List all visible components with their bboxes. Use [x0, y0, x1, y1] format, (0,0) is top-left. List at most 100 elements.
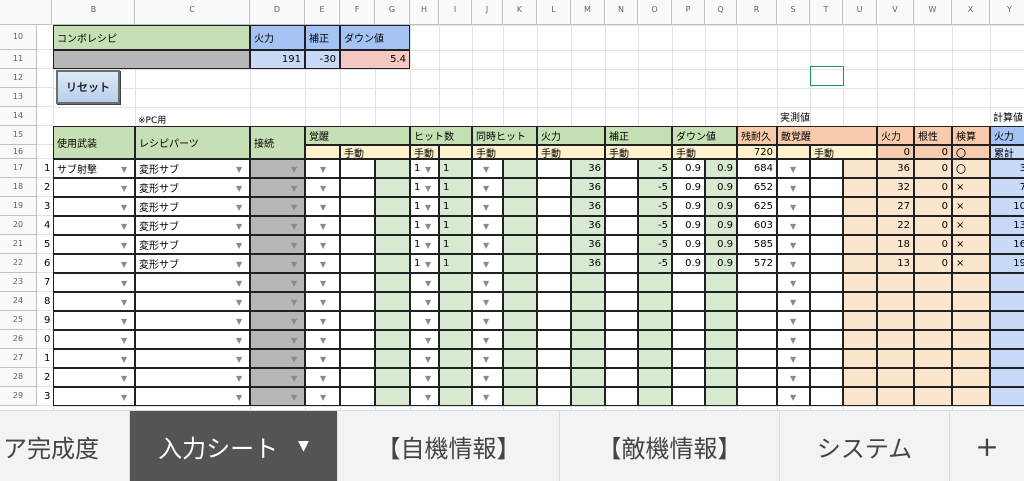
dropdown-arrow-icon[interactable]: ▼ [483, 185, 489, 193]
dropdown-arrow-icon[interactable]: ▼ [121, 394, 127, 402]
cell[interactable] [605, 216, 638, 235]
dropdown-arrow-icon[interactable]: ▼ [483, 204, 489, 212]
dropdown-arrow-icon[interactable]: ▼ [121, 280, 127, 288]
cell[interactable] [537, 197, 571, 216]
cell[interactable] [810, 178, 843, 197]
select-all-corner[interactable] [0, 0, 52, 25]
dropdown-arrow-icon[interactable]: ▼ [425, 356, 431, 364]
row-header[interactable]: 13 [0, 88, 37, 107]
awaken-select[interactable] [305, 145, 340, 159]
column-header[interactable]: X [952, 0, 990, 25]
dropdown-arrow-icon[interactable]: ▼ [425, 299, 431, 307]
cell[interactable] [843, 178, 877, 197]
cell[interactable] [605, 235, 638, 254]
dropdown-arrow-icon[interactable]: ▼ [291, 242, 297, 250]
recipe-part-select[interactable]: 変形サブ [135, 216, 250, 235]
cell[interactable] [340, 197, 375, 216]
cell[interactable] [843, 349, 877, 368]
dropdown-arrow-icon[interactable]: ▼ [291, 375, 297, 383]
column-header[interactable]: D [250, 0, 305, 25]
dropdown-arrow-icon[interactable]: ▼ [320, 185, 326, 193]
row-header[interactable]: 23 [0, 273, 37, 292]
reset-button[interactable]: リセット [56, 70, 120, 104]
cell[interactable] [375, 292, 410, 311]
cell[interactable] [810, 197, 843, 216]
dropdown-arrow-icon[interactable]: ▼ [236, 394, 242, 402]
column-header[interactable]: K [503, 0, 537, 25]
cell[interactable] [537, 273, 571, 292]
dropdown-arrow-icon[interactable]: ▼ [320, 356, 326, 364]
cell[interactable] [375, 235, 410, 254]
dropdown-arrow-icon[interactable]: ▼ [425, 185, 431, 193]
recipe-part-select[interactable] [135, 387, 250, 406]
column-header[interactable]: O [638, 0, 672, 25]
cell[interactable] [810, 311, 843, 330]
recipe-part-select[interactable] [135, 311, 250, 330]
row-header[interactable]: 18 [0, 178, 37, 197]
cell[interactable] [843, 292, 877, 311]
cell[interactable] [810, 349, 843, 368]
cell[interactable] [605, 178, 638, 197]
cell[interactable] [503, 273, 537, 292]
dropdown-arrow-icon[interactable]: ▼ [425, 280, 431, 288]
cell[interactable] [503, 159, 537, 178]
cell[interactable] [503, 235, 537, 254]
cell[interactable] [843, 254, 877, 273]
recipe-part-select[interactable]: 変形サブ [135, 197, 250, 216]
dropdown-arrow-icon[interactable]: ▼ [425, 337, 431, 345]
cell[interactable] [843, 216, 877, 235]
row-header[interactable]: 16 [0, 145, 37, 159]
dropdown-arrow-icon[interactable]: ▼ [291, 394, 297, 402]
cell[interactable] [843, 330, 877, 349]
column-header[interactable]: U [843, 0, 877, 25]
cell[interactable] [605, 197, 638, 216]
dropdown-arrow-icon[interactable]: ▼ [425, 261, 431, 269]
dropdown-arrow-icon[interactable]: ▼ [121, 318, 127, 326]
row-header[interactable]: 17 [0, 159, 37, 178]
dropdown-arrow-icon[interactable]: ▼ [320, 280, 326, 288]
dropdown-arrow-icon[interactable]: ▼ [425, 394, 431, 402]
recipe-part-select[interactable]: 変形サブ [135, 235, 250, 254]
column-header[interactable]: J [472, 0, 503, 25]
dropdown-arrow-icon[interactable]: ▼ [236, 261, 242, 269]
dropdown-arrow-icon[interactable]: ▼ [298, 438, 309, 454]
cell[interactable] [537, 235, 571, 254]
dropdown-arrow-icon[interactable]: ▼ [790, 261, 796, 269]
dropdown-arrow-icon[interactable]: ▼ [790, 280, 796, 288]
recipe-part-select[interactable] [135, 273, 250, 292]
cell[interactable] [375, 330, 410, 349]
cell[interactable] [340, 311, 375, 330]
column-header[interactable]: R [737, 0, 777, 25]
dropdown-arrow-icon[interactable]: ▼ [790, 223, 796, 231]
cell[interactable] [810, 273, 843, 292]
recipe-part-select[interactable] [135, 349, 250, 368]
dropdown-arrow-icon[interactable]: ▼ [291, 204, 297, 212]
cell[interactable] [843, 273, 877, 292]
dropdown-arrow-icon[interactable]: ▼ [483, 223, 489, 231]
cell[interactable] [340, 387, 375, 406]
dropdown-arrow-icon[interactable]: ▼ [236, 280, 242, 288]
row-header[interactable]: 27 [0, 349, 37, 368]
dropdown-arrow-icon[interactable]: ▼ [291, 166, 297, 174]
column-header[interactable]: I [439, 0, 472, 25]
cell[interactable] [375, 178, 410, 197]
cell[interactable] [843, 387, 877, 406]
row-index-cell[interactable] [37, 126, 53, 145]
dropdown-arrow-icon[interactable]: ▼ [121, 356, 127, 364]
row-header[interactable]: 26 [0, 330, 37, 349]
dropdown-arrow-icon[interactable]: ▼ [320, 166, 326, 174]
cell[interactable] [843, 311, 877, 330]
cell[interactable] [375, 216, 410, 235]
tab-completion[interactable]: ア完成度 [0, 411, 130, 481]
column-header[interactable]: B [53, 0, 135, 25]
cell[interactable] [340, 330, 375, 349]
dropdown-arrow-icon[interactable]: ▼ [790, 242, 796, 250]
column-header[interactable]: Q [705, 0, 737, 25]
row-header[interactable]: 20 [0, 216, 37, 235]
cell[interactable] [503, 292, 537, 311]
cell[interactable] [605, 368, 638, 387]
cell[interactable] [810, 368, 843, 387]
cell[interactable] [340, 368, 375, 387]
tab-enemy-machine[interactable]: 【敵機情報】 [560, 411, 780, 481]
cell[interactable] [605, 159, 638, 178]
